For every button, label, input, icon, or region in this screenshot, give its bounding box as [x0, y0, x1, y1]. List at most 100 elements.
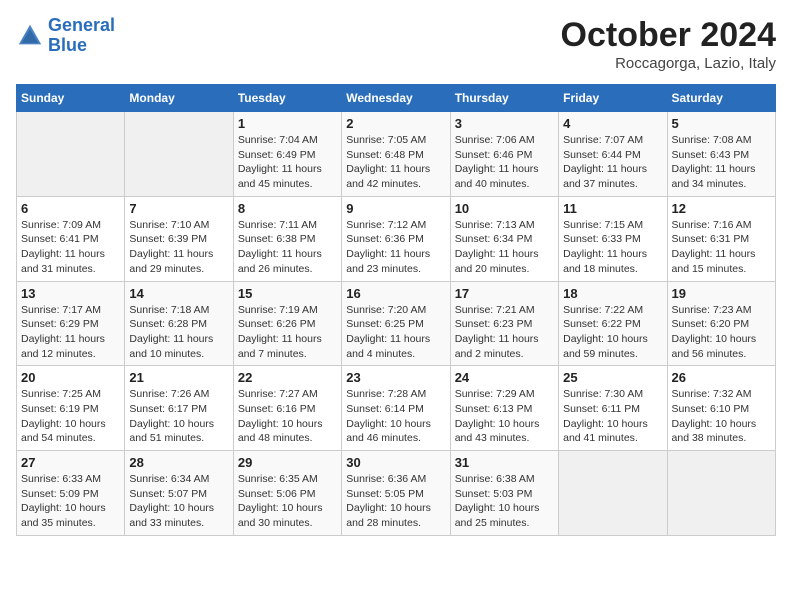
- calendar-cell: 13 Sunrise: 7:17 AM Sunset: 6:29 PM Dayli…: [17, 281, 125, 366]
- day-info: Sunrise: 6:36 AM Sunset: 5:05 PM Dayligh…: [346, 472, 445, 531]
- day-number: 21: [129, 370, 228, 385]
- calendar-cell: 24Sunrise: 7:29 AM Sunset: 6:13 PM Dayli…: [450, 366, 558, 451]
- calendar-cell: 18 Sunrise: 7:22 AM Sunset: 6:22 PM Dayli…: [559, 281, 667, 366]
- calendar-cell: 17 Sunrise: 7:21 AM Sunset: 6:23 PM Dayli…: [450, 281, 558, 366]
- day-number: 30: [346, 455, 445, 470]
- calendar-cell: 22 Sunrise: 7:27 AM Sunset: 6:16 PM Dayli…: [233, 366, 341, 451]
- calendar-week-1: 1 Sunrise: 7:04 AM Sunset: 6:49 PM Daylig…: [17, 112, 776, 197]
- day-info: Sunrise: 7:15 AM Sunset: 6:33 PM Dayligh…: [563, 218, 662, 277]
- weekday-header-sunday: Sunday: [17, 85, 125, 112]
- day-info: Sunrise: 7:25 AM Sunset: 6:19 PM Dayligh…: [21, 387, 120, 446]
- day-number: 16: [346, 286, 445, 301]
- day-number: 13: [21, 286, 120, 301]
- day-info: Sunrise: 7:12 AM Sunset: 6:36 PM Dayligh…: [346, 218, 445, 277]
- calendar-cell: 23Sunrise: 7:28 AM Sunset: 6:14 PM Dayli…: [342, 366, 450, 451]
- day-number: 19: [672, 286, 771, 301]
- day-number: 20: [21, 370, 120, 385]
- weekday-header-saturday: Saturday: [667, 85, 775, 112]
- calendar-cell: 25 Sunrise: 7:30 AM Sunset: 6:11 PM Dayli…: [559, 366, 667, 451]
- day-info: Sunrise: 7:04 AM Sunset: 6:49 PM Dayligh…: [238, 133, 337, 192]
- day-number: 11: [563, 201, 662, 216]
- day-number: 4: [563, 116, 662, 131]
- day-info: Sunrise: 7:05 AM Sunset: 6:48 PM Dayligh…: [346, 133, 445, 192]
- day-number: 31: [455, 455, 554, 470]
- calendar-cell: 14Sunrise: 7:18 AM Sunset: 6:28 PM Dayli…: [125, 281, 233, 366]
- day-info: Sunrise: 7:27 AM Sunset: 6:16 PM Dayligh…: [238, 387, 337, 446]
- calendar-cell: 19 Sunrise: 7:23 AM Sunset: 6:20 PM Dayli…: [667, 281, 775, 366]
- calendar-cell: 28Sunrise: 6:34 AM Sunset: 5:07 PM Dayli…: [125, 451, 233, 536]
- weekday-header-monday: Monday: [125, 85, 233, 112]
- day-info: Sunrise: 7:10 AM Sunset: 6:39 PM Dayligh…: [129, 218, 228, 277]
- weekday-header-wednesday: Wednesday: [342, 85, 450, 112]
- calendar-cell: 11 Sunrise: 7:15 AM Sunset: 6:33 PM Dayli…: [559, 196, 667, 281]
- weekday-header-row: SundayMondayTuesdayWednesdayThursdayFrid…: [17, 85, 776, 112]
- day-number: 6: [21, 201, 120, 216]
- day-info: Sunrise: 7:17 AM Sunset: 6:29 PM Dayligh…: [21, 303, 120, 362]
- weekday-header-friday: Friday: [559, 85, 667, 112]
- day-info: Sunrise: 7:30 AM Sunset: 6:11 PM Dayligh…: [563, 387, 662, 446]
- day-number: 3: [455, 116, 554, 131]
- day-info: Sunrise: 7:32 AM Sunset: 6:10 PM Dayligh…: [672, 387, 771, 446]
- day-number: 29: [238, 455, 337, 470]
- day-info: Sunrise: 7:22 AM Sunset: 6:22 PM Dayligh…: [563, 303, 662, 362]
- day-number: 23: [346, 370, 445, 385]
- calendar-body: 1 Sunrise: 7:04 AM Sunset: 6:49 PM Daylig…: [17, 112, 776, 536]
- month-title: October 2024: [561, 16, 776, 55]
- day-info: Sunrise: 7:19 AM Sunset: 6:26 PM Dayligh…: [238, 303, 337, 362]
- calendar-cell: 26 Sunrise: 7:32 AM Sunset: 6:10 PM Dayli…: [667, 366, 775, 451]
- calendar-cell: [559, 451, 667, 536]
- day-number: 27: [21, 455, 120, 470]
- day-info: Sunrise: 7:08 AM Sunset: 6:43 PM Dayligh…: [672, 133, 771, 192]
- calendar-cell: 4 Sunrise: 7:07 AM Sunset: 6:44 PM Daylig…: [559, 112, 667, 197]
- day-number: 9: [346, 201, 445, 216]
- calendar-cell: 8 Sunrise: 7:11 AM Sunset: 6:38 PM Daylig…: [233, 196, 341, 281]
- day-info: Sunrise: 7:11 AM Sunset: 6:38 PM Dayligh…: [238, 218, 337, 277]
- calendar-week-4: 20 Sunrise: 7:25 AM Sunset: 6:19 PM Dayli…: [17, 366, 776, 451]
- location-subtitle: Roccagorga, Lazio, Italy: [561, 55, 776, 72]
- day-number: 8: [238, 201, 337, 216]
- day-number: 28: [129, 455, 228, 470]
- calendar-cell: [17, 112, 125, 197]
- day-number: 18: [563, 286, 662, 301]
- calendar-cell: 29Sunrise: 6:35 AM Sunset: 5:06 PM Dayli…: [233, 451, 341, 536]
- day-info: Sunrise: 7:23 AM Sunset: 6:20 PM Dayligh…: [672, 303, 771, 362]
- day-number: 17: [455, 286, 554, 301]
- calendar-cell: 6 Sunrise: 7:09 AM Sunset: 6:41 PM Daylig…: [17, 196, 125, 281]
- day-info: Sunrise: 7:13 AM Sunset: 6:34 PM Dayligh…: [455, 218, 554, 277]
- calendar-cell: [667, 451, 775, 536]
- calendar-cell: 16Sunrise: 7:20 AM Sunset: 6:25 PM Dayli…: [342, 281, 450, 366]
- day-number: 1: [238, 116, 337, 131]
- calendar-cell: 9 Sunrise: 7:12 AM Sunset: 6:36 PM Daylig…: [342, 196, 450, 281]
- day-info: Sunrise: 6:33 AM Sunset: 5:09 PM Dayligh…: [21, 472, 120, 531]
- title-block: October 2024 Roccagorga, Lazio, Italy: [561, 16, 776, 72]
- day-info: Sunrise: 7:21 AM Sunset: 6:23 PM Dayligh…: [455, 303, 554, 362]
- weekday-header-tuesday: Tuesday: [233, 85, 341, 112]
- logo-text: General Blue: [48, 16, 115, 56]
- day-number: 15: [238, 286, 337, 301]
- calendar-cell: 31 Sunrise: 6:38 AM Sunset: 5:03 PM Dayli…: [450, 451, 558, 536]
- day-info: Sunrise: 6:38 AM Sunset: 5:03 PM Dayligh…: [455, 472, 554, 531]
- day-info: Sunrise: 7:06 AM Sunset: 6:46 PM Dayligh…: [455, 133, 554, 192]
- logo-icon: [16, 22, 44, 50]
- calendar-cell: 5Sunrise: 7:08 AM Sunset: 6:43 PM Daylig…: [667, 112, 775, 197]
- day-info: Sunrise: 7:09 AM Sunset: 6:41 PM Dayligh…: [21, 218, 120, 277]
- calendar-table: SundayMondayTuesdayWednesdayThursdayFrid…: [16, 84, 776, 536]
- day-number: 24: [455, 370, 554, 385]
- calendar-week-2: 6 Sunrise: 7:09 AM Sunset: 6:41 PM Daylig…: [17, 196, 776, 281]
- day-number: 7: [129, 201, 228, 216]
- day-number: 14: [129, 286, 228, 301]
- calendar-week-3: 13 Sunrise: 7:17 AM Sunset: 6:29 PM Dayli…: [17, 281, 776, 366]
- day-number: 26: [672, 370, 771, 385]
- weekday-header-thursday: Thursday: [450, 85, 558, 112]
- day-number: 12: [672, 201, 771, 216]
- day-info: Sunrise: 7:07 AM Sunset: 6:44 PM Dayligh…: [563, 133, 662, 192]
- day-number: 25: [563, 370, 662, 385]
- logo: General Blue: [16, 16, 115, 56]
- calendar-cell: 30 Sunrise: 6:36 AM Sunset: 5:05 PM Dayli…: [342, 451, 450, 536]
- calendar-cell: 7 Sunrise: 7:10 AM Sunset: 6:39 PM Daylig…: [125, 196, 233, 281]
- page-header: General Blue October 2024 Roccagorga, La…: [16, 16, 776, 72]
- day-info: Sunrise: 7:16 AM Sunset: 6:31 PM Dayligh…: [672, 218, 771, 277]
- day-number: 10: [455, 201, 554, 216]
- day-number: 22: [238, 370, 337, 385]
- calendar-cell: 21Sunrise: 7:26 AM Sunset: 6:17 PM Dayli…: [125, 366, 233, 451]
